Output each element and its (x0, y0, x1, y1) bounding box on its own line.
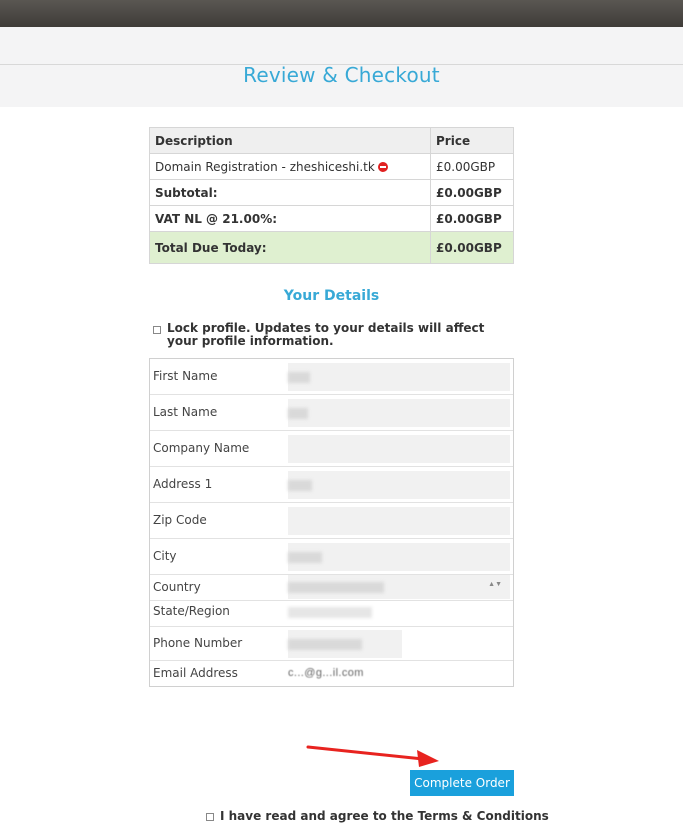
first-name-row: First Name (150, 359, 513, 395)
price-header: Price (430, 127, 514, 154)
redacted-value (288, 408, 308, 419)
first-name-label: First Name (153, 369, 218, 383)
terms-label: I have read and agree to the Terms & Con… (220, 809, 549, 823)
company-name-label: Company Name (153, 441, 250, 455)
page-title: Review & Checkout (243, 63, 440, 87)
state-row: State/Region (150, 601, 513, 627)
email-value[interactable]: c...@g...il.com (288, 667, 364, 679)
email-row: Email Address c...@g...il.com (150, 661, 513, 687)
total-value: £0.00GBP (430, 231, 514, 264)
address1-field[interactable] (288, 471, 510, 499)
city-field[interactable] (288, 543, 510, 571)
terms-row: I have read and agree to the Terms & Con… (206, 809, 549, 823)
city-row: City (150, 539, 513, 575)
last-name-row: Last Name (150, 395, 513, 431)
item-price: £0.00GBP (430, 153, 514, 180)
email-label: Email Address (153, 666, 238, 680)
total-row: Total Due Today: £0.00GBP (149, 231, 514, 264)
table-header-row: Description Price (149, 127, 514, 154)
description-header: Description (149, 127, 431, 154)
subtotal-row: Subtotal: £0.00GBP (149, 179, 514, 206)
company-name-field[interactable] (288, 435, 510, 463)
phone-row: Phone Number (150, 627, 513, 661)
item-description: Domain Registration - zheshiceshi.tk (155, 159, 375, 174)
red-arrow-annotation (306, 745, 439, 767)
vat-label: VAT NL @ 21.00%: (149, 205, 431, 232)
redacted-value (288, 639, 362, 650)
first-name-field[interactable] (288, 363, 510, 391)
vat-row: VAT NL @ 21.00%: £0.00GBP (149, 205, 514, 232)
phone-label: Phone Number (153, 636, 243, 650)
zip-code-field[interactable] (288, 507, 510, 535)
order-summary-table: Description Price Domain Registration - … (149, 127, 514, 264)
total-label: Total Due Today: (149, 231, 431, 264)
chevron-down-icon: ▲▼ (488, 581, 502, 588)
table-row: Domain Registration - zheshiceshi.tk £0.… (149, 153, 514, 180)
redacted-value (288, 582, 384, 593)
redacted-value (288, 607, 372, 618)
last-name-label: Last Name (153, 405, 218, 419)
complete-order-button[interactable]: Complete Order (410, 770, 514, 796)
details-form: First Name Last Name Company Name Addres… (149, 358, 514, 687)
zip-code-label: Zip Code (153, 513, 207, 527)
state-field[interactable] (288, 601, 510, 625)
country-row: Country ▲▼ (150, 575, 513, 601)
vat-value: £0.00GBP (430, 205, 514, 232)
country-select[interactable]: ▲▼ (288, 575, 510, 599)
lock-profile-row: Lock profile. Updates to your details wi… (153, 322, 513, 348)
lock-profile-label: Lock profile. Updates to your details wi… (167, 321, 485, 348)
subtotal-label: Subtotal: (149, 179, 431, 206)
phone-field[interactable] (288, 630, 402, 658)
redacted-value (288, 480, 312, 491)
city-label: City (153, 549, 177, 563)
address1-row: Address 1 (150, 467, 513, 503)
item-description-cell: Domain Registration - zheshiceshi.tk (149, 153, 431, 180)
redacted-value (288, 372, 310, 383)
address1-label: Address 1 (153, 477, 213, 491)
company-name-row: Company Name (150, 431, 513, 467)
lock-profile-checkbox[interactable] (153, 326, 161, 334)
terms-checkbox[interactable] (206, 813, 214, 821)
remove-icon[interactable] (377, 161, 388, 172)
zip-code-row: Zip Code (150, 503, 513, 539)
last-name-field[interactable] (288, 399, 510, 427)
subtotal-value: £0.00GBP (430, 179, 514, 206)
state-label: State/Region (153, 604, 230, 618)
country-label: Country (153, 580, 201, 594)
top-bar (0, 0, 683, 27)
redacted-value (288, 552, 322, 563)
your-details-title: Your Details (283, 288, 380, 304)
